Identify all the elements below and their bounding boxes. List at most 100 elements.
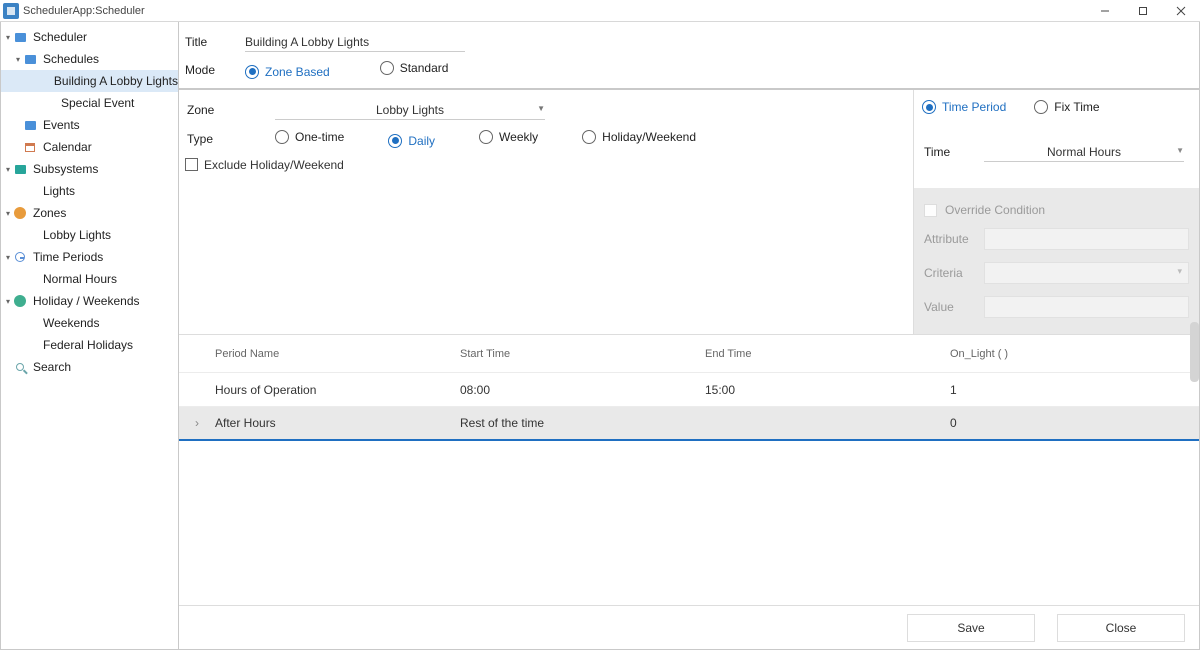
ico-sq-blue-icon <box>23 118 37 132</box>
table-row[interactable]: ›After HoursRest of the time0 <box>179 407 1199 441</box>
criteria-select <box>984 262 1189 284</box>
ico-cal-icon <box>23 140 37 154</box>
sidebar-item-weekends[interactable]: Weekends <box>1 312 178 334</box>
radio-icon <box>245 65 259 79</box>
radio-icon <box>479 130 493 144</box>
ico-sq-teal-icon <box>13 162 27 176</box>
tree-caret-icon: ▾ <box>3 253 13 262</box>
sidebar-item-label: Search <box>33 360 71 374</box>
radio-label: One-time <box>295 130 344 144</box>
sidebar-item-label: Federal Holidays <box>43 338 133 352</box>
chevron-down-icon: ▼ <box>1176 146 1184 155</box>
sidebar-item-building-a-lobby-lights[interactable]: Building A Lobby Lights <box>1 70 178 92</box>
radio-label: Fix Time <box>1054 100 1099 114</box>
close-button[interactable]: Close <box>1057 614 1185 642</box>
exclude-checkbox[interactable]: Exclude Holiday/Weekend <box>185 158 344 172</box>
sidebar-tree[interactable]: ▾ Scheduler ▾ Schedules Building A Lobby Lig… <box>1 22 179 649</box>
time-select[interactable]: Normal Hours ▼ <box>984 142 1184 162</box>
mode-radio-standard[interactable]: Standard <box>380 61 449 75</box>
criteria-label: Criteria <box>924 266 984 280</box>
sidebar-item-label: Events <box>43 118 80 132</box>
zone-label: Zone <box>185 103 275 117</box>
sidebar-item-label: Calendar <box>43 140 92 154</box>
sidebar-item-holiday-weekends[interactable]: ▾Holiday / Weekends <box>1 290 178 312</box>
scrollbar-thumb[interactable] <box>1190 322 1199 382</box>
sidebar-item-events[interactable]: Events <box>1 114 178 136</box>
radio-label: Standard <box>400 61 449 75</box>
grid-header: Period Name Start Time End Time On_Light… <box>179 335 1199 373</box>
blank-icon <box>38 74 48 88</box>
sidebar-item-label: Schedules <box>43 52 99 66</box>
periods-grid[interactable]: Period Name Start Time End Time On_Light… <box>179 335 1199 605</box>
close-window-button[interactable] <box>1162 0 1200 22</box>
sidebar-item-special-event[interactable]: Special Event <box>1 92 178 114</box>
sidebar-item-federal-holidays[interactable]: Federal Holidays <box>1 334 178 356</box>
zone-select[interactable]: Lobby Lights ▼ <box>275 100 545 120</box>
sidebar-item-calendar[interactable]: Calendar <box>1 136 178 158</box>
blank-icon <box>23 338 37 352</box>
type-radio-weekly[interactable]: Weekly <box>479 130 538 144</box>
type-radio-holiday-weekend[interactable]: Holiday/Weekend <box>582 130 696 144</box>
radio-label: Holiday/Weekend <box>602 130 696 144</box>
zone-value: Lobby Lights <box>376 103 444 117</box>
attribute-input <box>984 228 1189 250</box>
config-panel: Zone Lobby Lights ▼ Type One-time Daily We… <box>179 90 1199 335</box>
sidebar-item-schedules[interactable]: ▾ Schedules <box>1 48 178 70</box>
radio-label: Weekly <box>499 130 538 144</box>
sidebar-item-label: Weekends <box>43 316 99 330</box>
expand-icon[interactable]: › <box>179 416 215 430</box>
cell-name: Hours of Operation <box>215 383 460 397</box>
config-left: Zone Lobby Lights ▼ Type One-time Daily We… <box>179 90 914 334</box>
ico-sq-blue-icon <box>13 30 27 44</box>
timemode-radio-time-period[interactable]: Time Period <box>922 100 1006 114</box>
sidebar-item-label: Scheduler <box>33 30 87 44</box>
time-value: Normal Hours <box>1047 145 1121 159</box>
sidebar-item-time-periods[interactable]: ▾Time Periods <box>1 246 178 268</box>
window-title: SchedulerApp:Scheduler <box>23 5 145 17</box>
type-label: Type <box>185 132 275 146</box>
ico-search-icon <box>13 360 27 374</box>
sidebar-item-label: Zones <box>33 206 66 220</box>
radio-label: Time Period <box>942 100 1006 114</box>
value-label: Value <box>924 300 984 314</box>
table-row[interactable]: Hours of Operation08:0015:001 <box>179 373 1199 407</box>
radio-label: Daily <box>408 134 435 148</box>
radio-icon <box>582 130 596 144</box>
tree-caret-icon: ▾ <box>13 55 23 64</box>
override-label: Override Condition <box>945 203 1045 217</box>
cell-name: After Hours <box>215 416 460 430</box>
tree-caret-icon: ▾ <box>3 33 13 42</box>
sidebar-item-normal-hours[interactable]: Normal Hours <box>1 268 178 290</box>
sidebar-item-label: Subsystems <box>33 162 98 176</box>
sidebar-item-subsystems[interactable]: ▾Subsystems <box>1 158 178 180</box>
ico-clock-icon <box>13 250 27 264</box>
time-label: Time <box>922 145 984 159</box>
override-panel-disabled: Override Condition Attribute Criteria Va… <box>914 188 1199 334</box>
checkbox-icon <box>185 158 198 171</box>
ico-sq-blue-icon <box>23 52 37 66</box>
tree-caret-icon: ▾ <box>3 209 13 218</box>
blank-icon <box>23 184 37 198</box>
title-input[interactable] <box>245 33 465 52</box>
sidebar-item-lights[interactable]: Lights <box>1 180 178 202</box>
type-radio-one-time[interactable]: One-time <box>275 130 344 144</box>
sidebar-item-lobby-lights[interactable]: Lobby Lights <box>1 224 178 246</box>
ico-orange-icon <box>13 206 27 220</box>
blank-icon <box>23 272 37 286</box>
ico-globe-icon <box>13 294 27 308</box>
type-radio-daily[interactable]: Daily <box>388 134 435 148</box>
col-on-light: On_Light ( ) <box>950 348 1199 360</box>
timemode-radio-fix-time[interactable]: Fix Time <box>1034 100 1099 114</box>
minimize-button[interactable] <box>1086 0 1124 22</box>
save-button[interactable]: Save <box>907 614 1035 642</box>
mode-radio-zone-based[interactable]: Zone Based <box>245 65 330 79</box>
sidebar-item-zones[interactable]: ▾ Zones <box>1 202 178 224</box>
maximize-button[interactable] <box>1124 0 1162 22</box>
sidebar-item-label: Holiday / Weekends <box>33 294 140 308</box>
sidebar-item-scheduler[interactable]: ▾ Scheduler <box>1 26 178 48</box>
col-period-name: Period Name <box>215 348 460 360</box>
radio-icon <box>1034 100 1048 114</box>
app-icon <box>3 3 19 19</box>
sidebar-item-search[interactable]: Search <box>1 356 178 378</box>
footer: Save Close <box>179 605 1199 649</box>
